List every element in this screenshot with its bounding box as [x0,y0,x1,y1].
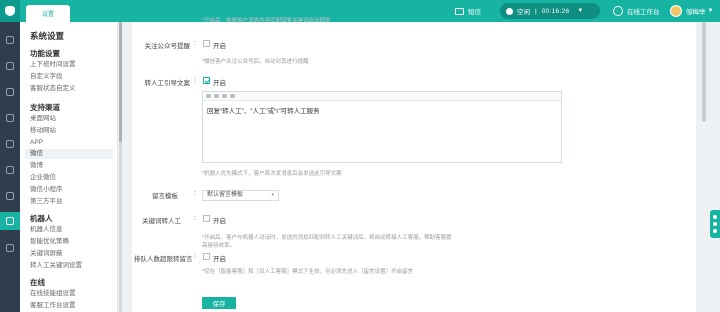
sidebar-item-work-hours[interactable]: 上下班时间设置 [30,60,117,70]
transfer-guide-text[interactable]: 回复“转人工”、“人工”或“r”可转人工服务 [203,102,561,162]
online-workbench-label: 在线工作台 [627,9,660,16]
queue-overflow-checkbox[interactable] [203,253,210,260]
sidebar-item-wework[interactable]: 企业微信 [30,173,117,183]
sidebar-group-robot: 机器人 [30,214,53,223]
top-bar: 设置 短信 空闲 | 00:16:26 ▼ 在线工作台 邹梅举 ▼ [0,0,720,22]
sidebar-item-agent-status[interactable]: 客服状态自定义 [30,84,117,94]
nav-rail [0,22,20,312]
history-icon[interactable] [6,62,14,70]
link-icon[interactable] [214,94,219,98]
colon: : [194,215,196,222]
keyword-transfer-hint-line1: *开启后，客户与机器人对话时，发送的消息匹配到转人工关键词后，将自动转接人工客服… [202,235,452,241]
settings-sidebar: 系统设置 功能设置 上下班时间设置 自定义字段 客服状态自定义 支持渠道 桌面网… [20,22,118,312]
sidebar-item-smart-strategy[interactable]: 智能优化策略 [30,237,117,247]
sidebar-item-weibo[interactable]: 微博 [30,161,117,171]
chevron-down-icon: ▼ [577,8,584,14]
knowledge-icon[interactable] [6,192,14,200]
message-template-select[interactable]: 默认留言模板 ▾ [202,190,279,201]
ticket-icon[interactable] [6,114,14,122]
user-menu[interactable]: 邹梅举 ▼ [670,0,713,22]
status-separator: | [535,7,537,15]
sidebar-item-third-party[interactable]: 第三方平台 [30,197,117,207]
status-dot-icon [506,7,513,15]
colon: : [194,190,196,197]
main-scrollbar-thumb[interactable] [702,22,706,122]
keyword-transfer-checkbox[interactable] [203,215,210,222]
sidebar-item-custom-fields[interactable]: 自定义字段 [30,72,117,82]
helper-dot-icon [713,229,717,234]
message-label: 短信 [468,9,481,16]
top-hint: *开启后，依据用户消息内容匹配回复关键词自动回复 [202,18,331,24]
app-logo[interactable] [0,0,20,22]
gear-icon[interactable] [6,217,14,225]
sidebar-item-skill-groups[interactable]: 在线技能组设置 [30,289,117,299]
sms-icon [455,7,464,15]
sidebar-group-features: 功能设置 [30,49,60,58]
follow-reminder-checkbox[interactable] [203,40,210,47]
sidebar-item-mobile-web[interactable]: 移动网站 [30,126,117,136]
online-workbench-button[interactable]: 在线工作台 [613,0,660,22]
sidebar-item-robot-info[interactable]: 机器人信息 [30,225,117,235]
statistics-icon[interactable] [6,166,14,174]
message-template-label: 留言模板 [152,193,178,200]
editor-toolbar [203,92,561,101]
emoji-icon[interactable] [206,94,211,98]
transfer-guide-hint: *机器人优先模式下，客户首次发消息后会发送此引导文案 [202,171,342,177]
message-button[interactable]: 短信 [455,0,481,22]
chevron-down-icon: ▼ [707,8,714,14]
agent-status-toggle[interactable]: 空闲 | 00:16:26 ▼ [500,3,600,19]
colon: : [194,253,196,260]
status-text: 空闲 [517,9,530,16]
status-timer: 00:16:26 [541,7,570,15]
user-name: 邹梅举 [686,9,706,16]
follow-reminder-checkbox-label[interactable]: 开启 [213,40,226,50]
keyword-transfer-label: 关键词转人工 [142,218,181,225]
sidebar-group-channels: 支持渠道 [30,103,60,112]
queue-overflow-hint: *仅在［智能客服］和［仅人工客服］模式下生效，且必须先进入［留言设置］开启留言 [202,269,414,275]
main-scrollbar[interactable] [702,22,706,312]
transfer-guide-checkbox[interactable] [203,77,210,84]
customer-icon[interactable] [6,140,14,148]
chat-icon[interactable] [6,36,14,44]
sidebar-item-workbench-settings[interactable]: 客服工作台设置 [30,301,117,311]
sidebar-scrollbar-thumb[interactable] [119,22,122,142]
tooth-icon [5,6,15,16]
colon: : [194,40,196,47]
follow-reminder-hint: *微信客户关注公众号后，自动对其进行提醒 [202,59,309,65]
follow-reminder-label: 关注公众号提醒 [144,43,191,50]
floating-helper-tab[interactable] [710,210,720,238]
transfer-guide-checkbox-label[interactable]: 开启 [213,77,226,87]
refresh-icon [613,6,623,16]
queue-overflow-label: 排队人数超限转留言 [134,256,193,263]
colon: : [194,77,196,84]
app-market-icon[interactable] [6,244,14,252]
clear-icon[interactable] [230,94,235,98]
image-icon[interactable] [222,94,227,98]
sidebar-item-app[interactable]: APP [30,138,117,148]
tab-settings[interactable]: 设置 [26,5,70,22]
transfer-guide-editor[interactable]: 回复“转人工”、“人工”或“r”可转人工服务 [202,91,562,163]
sidebar-item-mini-program[interactable]: 微信小程序 [30,185,117,195]
keyword-transfer-hint-line2: 高接待效率。 [202,243,236,249]
leave-message-icon[interactable] [6,88,14,96]
sidebar-title: 系统设置 [30,31,65,41]
keyword-transfer-checkbox-label[interactable]: 开启 [213,215,226,225]
sidebar-scrollbar[interactable] [119,22,122,312]
sidebar-group-online: 在线 [30,278,45,287]
helper-dot-icon [713,214,717,219]
sidebar-item-transfer-keywords[interactable]: 转人工关键词设置 [30,261,117,271]
chevron-down-icon: ▾ [271,192,274,198]
sidebar-item-wechat[interactable]: 微信 [25,149,113,159]
queue-overflow-checkbox-label[interactable]: 开启 [213,253,226,263]
transfer-guide-label: 转人工引导文案 [144,80,191,87]
avatar [670,5,682,17]
message-template-value: 默认留言模板 [207,192,244,198]
save-button[interactable]: 保存 [202,297,236,309]
helper-dot-icon [713,221,717,226]
sidebar-item-keyword-block[interactable]: 关键词屏蔽 [30,249,117,259]
sidebar-item-desktop-web[interactable]: 桌面网站 [30,114,117,124]
